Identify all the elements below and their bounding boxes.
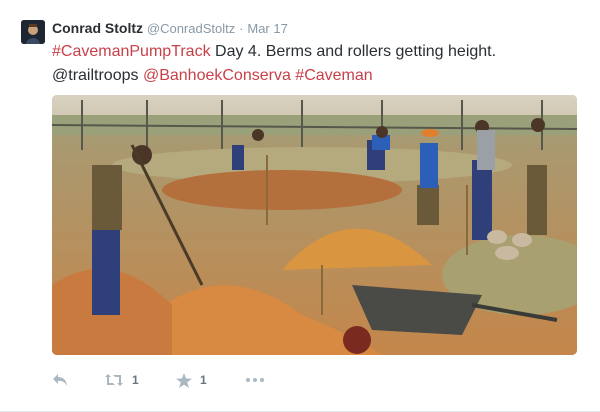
tweet-actions: 1 1 [52,368,572,392]
more-icon [246,378,264,382]
tweet-header: Conrad Stoltz @ConradStoltz · Mar 17 [52,18,590,38]
mention-banhoek-conserva[interactable]: @BanhoekConserva [143,67,291,84]
avatar-image [21,20,45,44]
tweet-text: #CavemanPumpTrack Day 4. Berms and rolle… [52,40,586,88]
star-icon [176,372,192,388]
like-count: 1 [200,373,207,387]
like-button[interactable]: 1 [176,368,207,392]
tweet-timestamp[interactable]: Mar 17 [247,21,287,36]
tweet-photo[interactable] [52,95,577,355]
tweet-text-line-2: @trailtroops @BanhoekConserva #Caveman [52,64,586,88]
tweet-text-body: Day 4. Berms and rollers getting height. [210,43,497,60]
reply-icon [53,374,67,386]
hashtag-caveman-pump-track[interactable]: #CavemanPumpTrack [52,43,211,60]
author-fullname[interactable]: Conrad Stoltz [52,20,143,36]
retweet-count: 1 [132,373,139,387]
header-separator: · [239,21,244,36]
mention-trailtroops[interactable]: @trailtroops [52,67,139,84]
reply-button[interactable] [52,368,68,392]
more-button[interactable] [245,368,265,392]
retweet-icon [105,374,123,386]
hashtag-caveman[interactable]: #Caveman [295,67,372,84]
tweet-text-line-1: #CavemanPumpTrack Day 4. Berms and rolle… [52,40,586,64]
tweet-card: Conrad Stoltz @ConradStoltz · Mar 17 #Ca… [0,0,600,412]
photo-image [52,95,577,355]
author-username[interactable]: @ConradStoltz [147,21,235,36]
avatar[interactable] [21,20,45,44]
retweet-button[interactable]: 1 [104,368,139,392]
